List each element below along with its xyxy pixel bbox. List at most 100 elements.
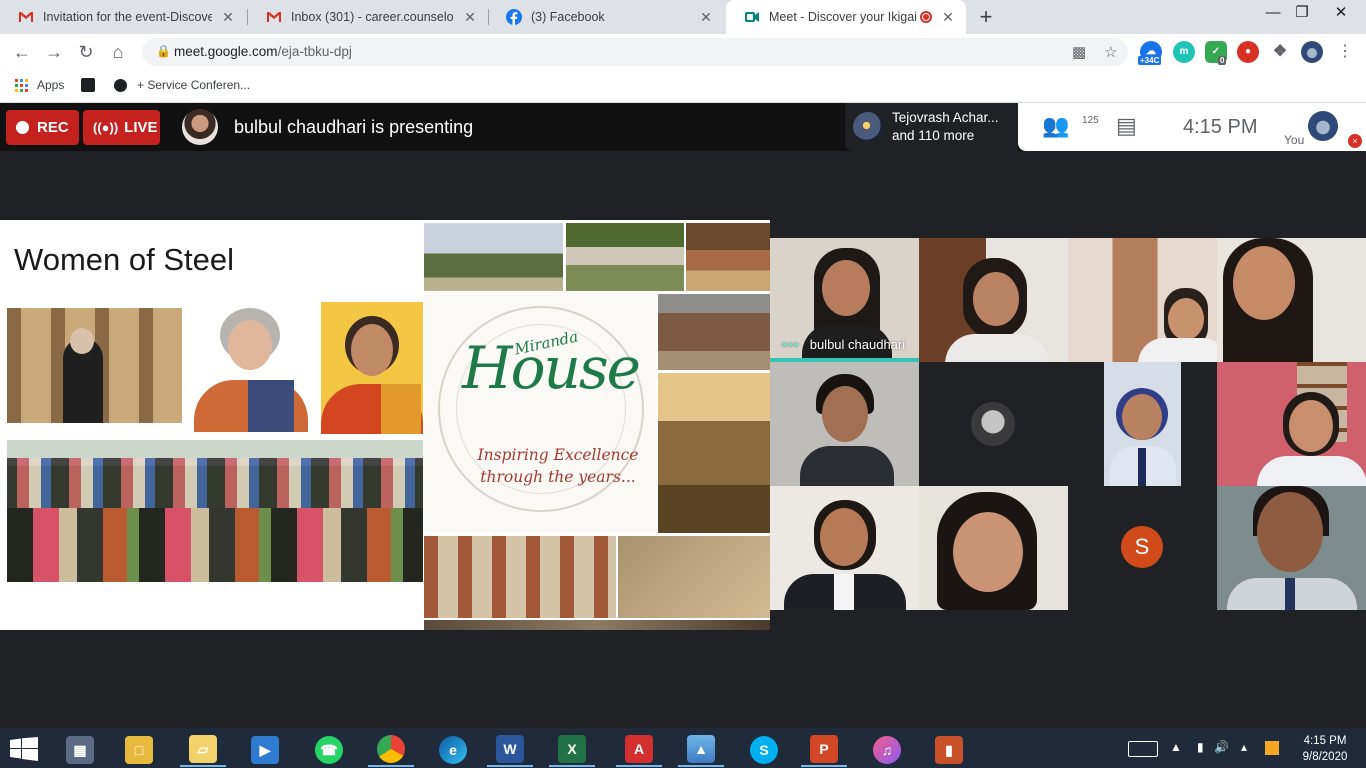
chrome-icon[interactable]: [368, 733, 414, 767]
recording-indicator-icon: [920, 11, 932, 23]
gmail-icon: [19, 12, 33, 22]
participant-tile[interactable]: [1068, 238, 1217, 362]
live-button[interactable]: ((●)) LIVE: [83, 110, 160, 145]
participant-tile[interactable]: [1104, 362, 1181, 486]
profile-avatar[interactable]: [1301, 41, 1323, 63]
facebook-icon: [506, 9, 522, 25]
home-icon[interactable]: ⌂: [105, 39, 131, 65]
excel-icon[interactable]: X: [549, 733, 595, 767]
star-icon[interactable]: ☆: [1104, 43, 1117, 61]
lens-app-icon[interactable]: ▮: [926, 733, 972, 767]
camera-blocked-icon[interactable]: ▩: [1072, 43, 1086, 61]
tab-invitation[interactable]: Invitation for the event-Discover ✕: [0, 0, 246, 34]
close-window-button[interactable]: ✕: [1318, 0, 1364, 30]
participant-tile[interactable]: S: [1068, 486, 1217, 610]
speaking-dots-icon: •••: [782, 336, 800, 352]
viewer-avatar: [853, 112, 883, 142]
tab-title: Meet - Discover your Ikigai: [769, 10, 916, 24]
participant-avatar: [971, 402, 1015, 446]
participant-tile[interactable]: [1217, 486, 1366, 610]
network-icon[interactable]: ▴: [1241, 740, 1247, 754]
campus-photo-3: [686, 223, 770, 291]
close-icon[interactable]: ✕: [698, 9, 714, 26]
browser-tab-strip: Invitation for the event-Discover ✕ Inbo…: [0, 0, 1366, 34]
participant-tile[interactable]: [919, 238, 1068, 362]
logo-tagline: Inspiring Excellence through the years..…: [477, 446, 639, 486]
tab-inbox[interactable]: Inbox (301) - career.counselor@ ✕: [248, 0, 488, 34]
volume-icon[interactable]: 🔊: [1214, 740, 1229, 754]
back-icon[interactable]: ←: [9, 39, 35, 65]
bookmark-item[interactable]: [81, 78, 95, 92]
file-explorer-icon[interactable]: □: [116, 733, 162, 767]
campus-photo-4: [658, 294, 770, 370]
lock-icon: 🔒: [156, 44, 171, 58]
skype-icon[interactable]: S: [741, 733, 787, 767]
participant-tile[interactable]: [1217, 238, 1366, 362]
bookmarks-bar: Apps + Service Conferen...: [0, 70, 1366, 103]
tab-title: Invitation for the event-Discover: [43, 10, 212, 24]
whatsapp-icon[interactable]: ☎: [306, 733, 352, 767]
sticky-notes-icon[interactable]: ▱: [180, 733, 226, 767]
participant-name: ••• bulbul chaudhari: [782, 336, 906, 352]
word-icon[interactable]: W: [487, 733, 533, 767]
extensions-puzzle-icon[interactable]: ❖: [1269, 41, 1291, 63]
photos-icon[interactable]: ▲: [678, 733, 724, 767]
m-extension-icon[interactable]: m: [1173, 41, 1195, 63]
url-text: meet.google.com/eja-tbku-dpj: [174, 44, 352, 59]
meet-top-bar: REC ((●)) LIVE bulbul chaudhari is prese…: [0, 103, 1366, 151]
apple-extension-icon[interactable]: ●: [1237, 41, 1259, 63]
edge-icon[interactable]: e: [430, 733, 476, 767]
battery-icon[interactable]: ▮: [1197, 740, 1204, 754]
presenter-avatar: [182, 109, 218, 145]
participant-tile[interactable]: [770, 362, 919, 486]
acrobat-icon[interactable]: A: [616, 733, 662, 767]
more-menu-icon[interactable]: ⋮: [1332, 39, 1358, 65]
chat-icon[interactable]: ▤: [1116, 113, 1137, 139]
forward-icon[interactable]: →: [41, 39, 67, 65]
participant-tile[interactable]: ••• bulbul chaudhari: [770, 238, 919, 362]
reload-icon[interactable]: ↻: [73, 39, 99, 65]
bookmark-label: Apps: [37, 78, 65, 92]
campus-photo-5: [658, 373, 770, 533]
group-photo: [7, 440, 423, 582]
tab-facebook[interactable]: (3) Facebook ✕: [488, 0, 724, 34]
close-icon[interactable]: ✕: [220, 9, 236, 26]
close-icon[interactable]: ✕: [462, 9, 478, 26]
campus-photo-2: [566, 223, 684, 291]
participant-tile[interactable]: [919, 486, 1068, 610]
participant-tile[interactable]: [1217, 362, 1366, 486]
keyboard-icon[interactable]: [1128, 741, 1158, 757]
close-icon[interactable]: ✕: [940, 9, 956, 26]
video-player-icon[interactable]: ▶: [242, 733, 288, 767]
rec-button[interactable]: REC: [6, 110, 79, 145]
portrait-photo-2: [190, 302, 312, 432]
system-clock[interactable]: 4:15 PM 9/8/2020: [1297, 733, 1353, 765]
viewers-summary[interactable]: Tejovrash Achar... and 110 more: [845, 103, 1018, 151]
new-tab-button[interactable]: +: [972, 4, 1000, 30]
meet-stage: REC ((●)) LIVE bulbul chaudhari is prese…: [0, 103, 1366, 728]
self-avatar[interactable]: [1308, 111, 1338, 141]
portrait-photo-1: [7, 308, 182, 423]
you-label: You: [1284, 133, 1305, 147]
gmail-icon: [267, 12, 281, 22]
presentation-slide: Women of Steel Miranda House Inspiring E…: [0, 220, 770, 630]
tab-title: (3) Facebook: [531, 10, 605, 24]
itunes-icon[interactable]: ♫: [864, 733, 910, 767]
bookmark-apps[interactable]: Apps: [15, 78, 64, 92]
tab-meet[interactable]: Meet - Discover your Ikigai ✕: [726, 0, 966, 34]
campus-photo-7: [618, 536, 770, 618]
tray-chevron-icon[interactable]: ▲: [1170, 740, 1182, 754]
participant-tile[interactable]: [770, 486, 919, 610]
powerpoint-icon[interactable]: P: [801, 733, 847, 767]
bookmark-service-conference[interactable]: + Service Conferen...: [114, 78, 250, 92]
campus-photo-1: [424, 223, 563, 291]
address-bar[interactable]: 🔒 meet.google.com/eja-tbku-dpj ▩ ☆: [142, 38, 1128, 66]
live-label: LIVE: [124, 119, 158, 136]
language-icon[interactable]: [1265, 741, 1279, 755]
windows-start-icon[interactable]: [10, 737, 38, 761]
people-icon[interactable]: 👥: [1042, 113, 1069, 139]
record-dot-icon: [16, 121, 29, 134]
miranda-house-logo: Miranda House Inspiring Excellence throu…: [424, 292, 656, 532]
participant-tile[interactable]: [919, 362, 1068, 486]
calculator-icon[interactable]: ▦: [57, 733, 103, 767]
